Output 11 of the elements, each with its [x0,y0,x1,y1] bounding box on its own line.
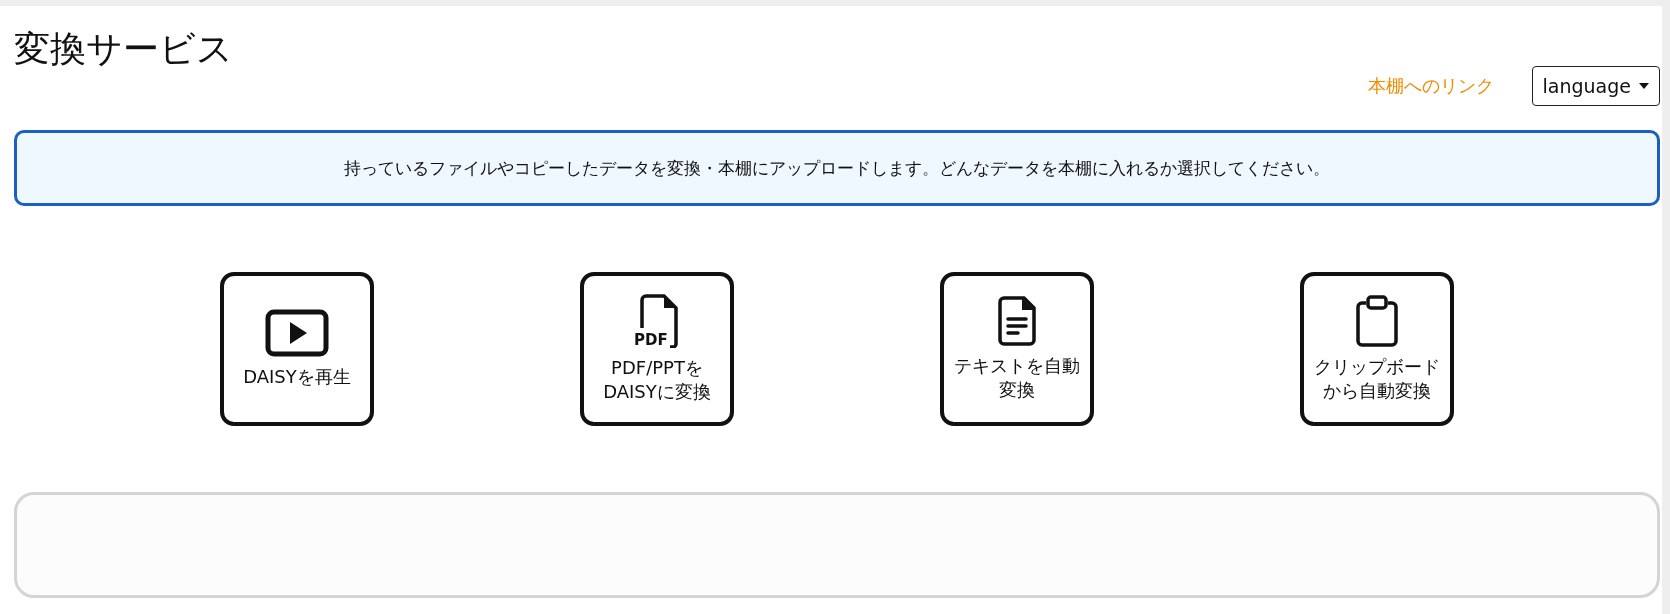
info-text: 持っているファイルやコピーしたデータを変換・本棚にアップロードします。どんなデータを本棚に入れるか選択してください。 [344,156,1330,180]
language-select[interactable]: language [1531,66,1660,106]
service-button[interactable]: クリップボード から自動変換 [1300,272,1454,426]
service-button[interactable]: テキストを自動 変換 [940,272,1094,426]
service-button[interactable]: DAISYを再生 [220,272,374,426]
document-icon [998,296,1036,346]
play-icon [265,309,329,357]
caret-icon [1639,83,1649,89]
service-button[interactable]: PDF PDF/PPTを DAISYに変換 [580,272,734,426]
page-title: 変換サービス [14,27,233,71]
clipboard-icon [1354,295,1400,347]
